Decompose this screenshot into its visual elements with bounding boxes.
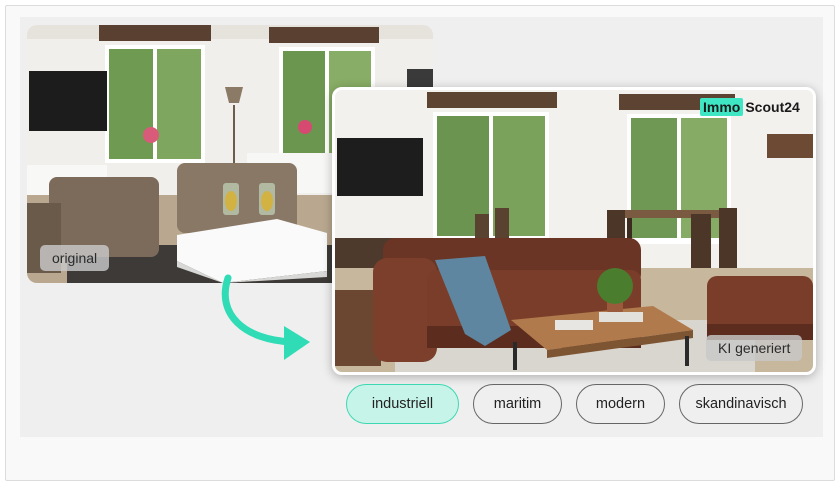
style-option-maritim[interactable]: maritim xyxy=(473,384,562,424)
style-option-modern[interactable]: modern xyxy=(576,384,665,424)
logo-part-scout: Scout24 xyxy=(745,99,800,115)
ai-generated-label: KI generiert xyxy=(706,335,803,361)
original-label: original xyxy=(40,245,110,271)
style-option-skandinavisch[interactable]: skandinavisch xyxy=(679,384,803,424)
logo-part-immo: Immo xyxy=(700,98,744,116)
curved-arrow-icon xyxy=(221,274,310,360)
style-selector: industriell maritim modern skandinavisch xyxy=(346,384,803,424)
immoscout24-logo: Immo Scout24 xyxy=(700,97,800,117)
style-option-industriell[interactable]: industriell xyxy=(346,384,459,424)
ai-generated-room-photo xyxy=(332,87,816,375)
